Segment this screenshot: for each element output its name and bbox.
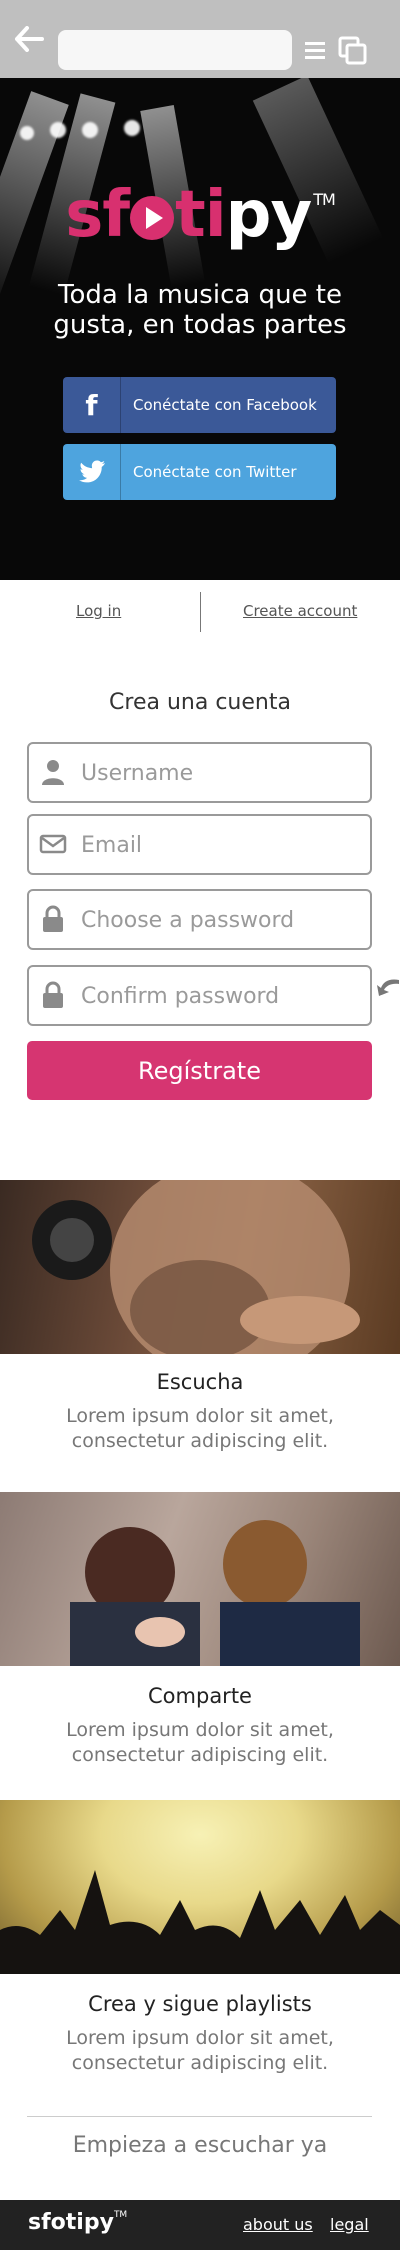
user-icon (42, 760, 64, 785)
facebook-icon: f (63, 377, 121, 433)
confirm-password-field-wrapper (27, 965, 372, 1026)
feature-title: Crea y sigue playlists (88, 1992, 312, 2016)
envelope-icon (39, 834, 67, 854)
footer: sfotipyTM about us legal (0, 2200, 400, 2250)
legal-link[interactable]: legal (330, 2215, 369, 2234)
play-icon (130, 196, 175, 240)
back-arrow-icon[interactable] (14, 26, 44, 52)
divider (200, 592, 201, 632)
sfotipy-logo: sf tipy TM (65, 178, 336, 252)
facebook-connect-button[interactable]: f Conéctate con Facebook (63, 377, 336, 433)
browser-toolbar (0, 0, 400, 78)
about-us-link[interactable]: about us (243, 2215, 313, 2234)
stage-light (124, 120, 140, 136)
feature-text: Lorem ipsum dolor sit amet, consectetur … (66, 1719, 334, 1766)
feature-title: Comparte (148, 1684, 252, 1708)
feature-title: Escucha (156, 1370, 244, 1394)
feature-photo-share (0, 1492, 400, 1666)
username-input[interactable] (79, 754, 364, 792)
pointer-arrow-icon (377, 979, 399, 996)
tabs-icon[interactable] (338, 36, 368, 66)
stage-light (50, 122, 66, 138)
lock-icon (43, 981, 63, 1008)
email-field-wrapper (27, 814, 372, 875)
cta-link[interactable]: Empieza a escuchar ya (0, 2133, 400, 2158)
feature-photo-playlists (0, 1800, 400, 1974)
form-title: Crea una cuenta (109, 690, 291, 715)
facebook-connect-label: Conéctate con Facebook (133, 396, 317, 414)
auth-links: Log in Create account (0, 580, 400, 642)
confirm-password-input[interactable] (79, 977, 364, 1015)
menu-icon[interactable] (305, 40, 325, 60)
stage-light (82, 122, 98, 138)
feature-text: Lorem ipsum dolor sit amet, consectetur … (66, 2027, 334, 2074)
address-bar[interactable] (58, 30, 292, 70)
email-input[interactable] (79, 826, 364, 864)
create-account-link[interactable]: Create account (243, 602, 357, 620)
section-divider (27, 2116, 372, 2117)
login-link[interactable]: Log in (76, 602, 121, 620)
hero-tagline: Toda la musica que te gusta, en todas pa… (53, 280, 347, 340)
twitter-connect-button[interactable]: Conéctate con Twitter (63, 444, 336, 500)
feature-photo-listen (0, 1180, 400, 1354)
password-field-wrapper (27, 889, 372, 950)
lock-icon (43, 905, 63, 932)
stage-light (20, 126, 34, 140)
username-field-wrapper (27, 742, 372, 803)
twitter-icon (63, 444, 121, 500)
register-button[interactable]: Regístrate (27, 1041, 372, 1100)
hero-banner: sf tipy TM Toda la musica que te gusta, en… (0, 78, 400, 580)
twitter-connect-label: Conéctate con Twitter (133, 463, 297, 481)
footer-logo: sfotipyTM (28, 2210, 128, 2235)
password-input[interactable] (79, 901, 364, 939)
feature-text: Lorem ipsum dolor sit amet, consectetur … (66, 1405, 334, 1452)
